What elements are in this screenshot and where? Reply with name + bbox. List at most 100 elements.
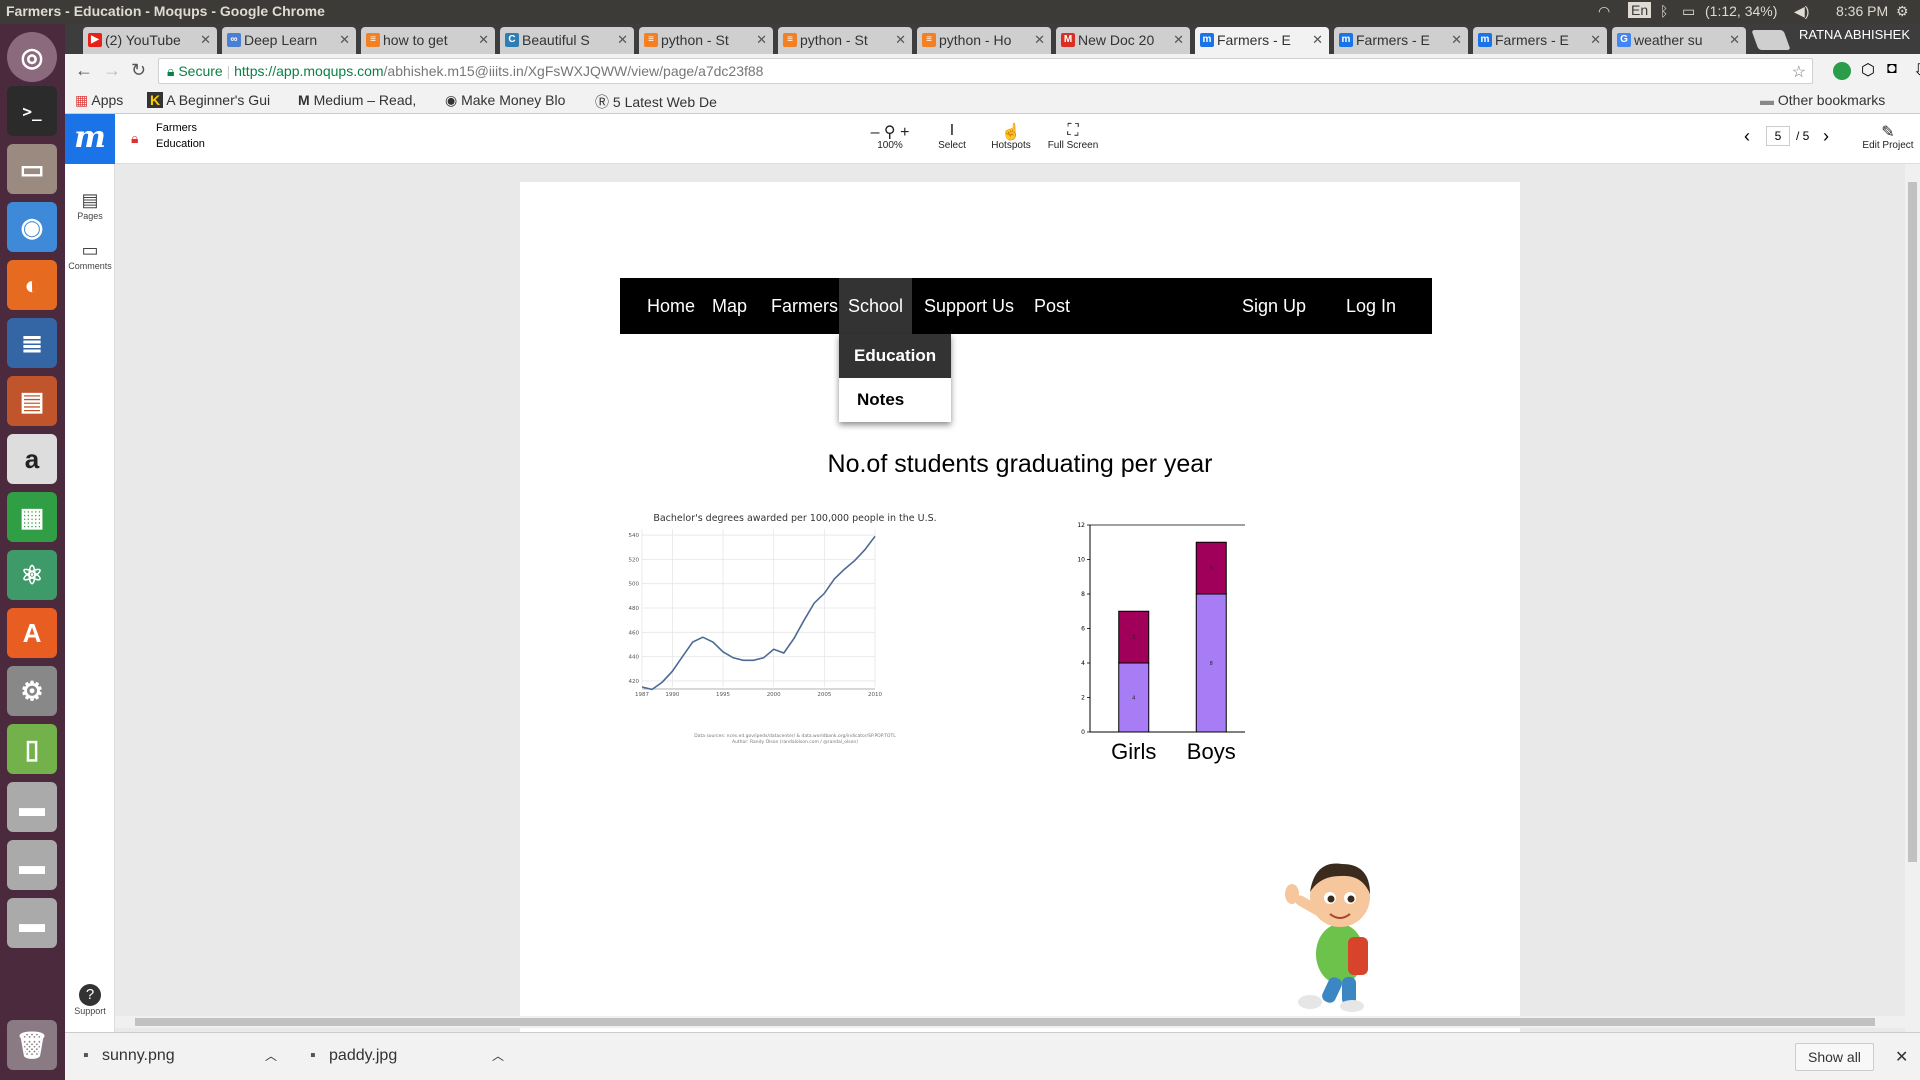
nav-support-us[interactable]: Support Us <box>924 278 1014 334</box>
nav-sign-up[interactable]: Sign Up <box>1242 278 1306 334</box>
bookmark-item[interactable]: M Medium – Read, <box>298 92 416 108</box>
close-icon[interactable]: ✕ <box>895 32 906 48</box>
trash-icon[interactable]: 🗑 <box>7 1020 57 1070</box>
atom-icon[interactable]: ⚛ <box>7 550 57 600</box>
previous-page-chevron-icon[interactable]: ‹ <box>1744 126 1750 147</box>
show-all-button[interactable]: Show all <box>1795 1043 1874 1071</box>
browser-tab[interactable]: C Beautiful S ✕ <box>500 27 634 54</box>
drive-icon[interactable]: ▬ <box>7 782 57 832</box>
back-arrow-icon[interactable]: ← <box>75 60 93 81</box>
browser-tab[interactable]: ▶ (2) YouTube ✕ <box>83 27 217 54</box>
browser-tab[interactable]: ≡ python - St ✕ <box>778 27 912 54</box>
zoom-control[interactable]: – ⚲ +100% <box>865 122 915 151</box>
download-options-chevron-icon[interactable]: ︿ <box>265 1047 277 1064</box>
reload-icon[interactable]: ↻ <box>131 60 146 81</box>
bookmark-item[interactable]: ◉ Make Money Blo <box>445 92 565 109</box>
calc-icon[interactable]: ▦ <box>7 492 57 542</box>
bluetooth-icon[interactable]: ᛒ <box>1660 3 1668 19</box>
clock[interactable]: 8:36 PM <box>1836 3 1888 19</box>
vertical-scrollbar-thumb[interactable] <box>1908 182 1917 862</box>
close-icon[interactable]: ✕ <box>756 32 767 48</box>
next-page-chevron-icon[interactable]: › <box>1823 126 1829 147</box>
bookmark-star-icon[interactable]: ☆ <box>1792 62 1806 82</box>
files-icon[interactable]: ▭ <box>7 144 57 194</box>
settings-gear-icon[interactable]: ⚙ <box>1896 3 1909 20</box>
writer-icon[interactable]: ≣ <box>7 318 57 368</box>
close-icon[interactable]: ✕ <box>200 32 211 48</box>
nav-post[interactable]: Post <box>1034 278 1070 334</box>
close-icon[interactable]: ✕ <box>1034 32 1045 48</box>
vertical-scrollbar[interactable] <box>1905 164 1920 1038</box>
fullscreen-tool[interactable]: ⛶ Full Screen <box>1041 122 1105 151</box>
url-input[interactable]: 🔒︎ Secure | https://app.moqups.com/abhis… <box>158 58 1813 84</box>
drive-icon[interactable]: ▬ <box>7 840 57 890</box>
firefox-icon[interactable]: ◐ <box>7 260 57 310</box>
terminal-icon[interactable]: >_ <box>7 86 57 136</box>
close-icon[interactable]: ✕ <box>1451 32 1462 48</box>
amazon-icon[interactable]: a <box>7 434 57 484</box>
browser-tab[interactable]: m Farmers - E ✕ <box>1334 27 1468 54</box>
apps-bookmark[interactable]: ▦ Apps <box>75 92 123 109</box>
horizontal-scrollbar-thumb[interactable] <box>135 1018 1875 1026</box>
page-number-input[interactable]: 5 <box>1766 126 1790 146</box>
close-icon[interactable]: ✕ <box>339 32 350 48</box>
drive-icon[interactable]: ▬ <box>7 898 57 948</box>
browser-tab[interactable]: ≡ python - St ✕ <box>639 27 773 54</box>
comments-panel-button[interactable]: ▭ Comments <box>65 240 115 271</box>
software-center-icon[interactable]: A <box>7 608 57 658</box>
keyboard-indicator[interactable]: En <box>1628 2 1652 18</box>
moqups-logo[interactable]: m <box>65 114 115 164</box>
dash-icon[interactable]: ◎ <box>7 32 57 82</box>
forward-arrow-icon[interactable]: → <box>103 60 121 81</box>
hotspots-tool[interactable]: ☝ Hotspots <box>986 122 1036 151</box>
system-settings-icon[interactable]: ⚙ <box>7 666 57 716</box>
extension-icon[interactable] <box>1833 62 1851 80</box>
download-item[interactable]: ▪ sunny.png <box>83 1047 175 1065</box>
extension-cube-icon[interactable]: ⬡ <box>1861 60 1875 80</box>
battery-icon[interactable]: ▭ <box>1682 3 1695 20</box>
impress-icon[interactable]: ▤ <box>7 376 57 426</box>
extension-download-icon[interactable]: ⇩ <box>1913 60 1920 80</box>
select-tool[interactable]: I Select <box>927 122 977 151</box>
nav-log-in[interactable]: Log In <box>1346 278 1396 334</box>
browser-tab[interactable]: ≡ python - Ho ✕ <box>917 27 1051 54</box>
tab-label: python - St <box>661 32 729 48</box>
browser-tab[interactable]: ≡ how to get ✕ <box>361 27 495 54</box>
close-icon[interactable]: ✕ <box>1173 32 1184 48</box>
support-button[interactable]: ? Support <box>65 984 115 1016</box>
nav-home[interactable]: Home <box>647 278 695 334</box>
new-tab-button[interactable] <box>1751 30 1791 50</box>
notes-app-icon[interactable]: ▯ <box>7 724 57 774</box>
profile-name[interactable]: RATNA ABHISHEK <box>1799 27 1910 42</box>
volume-icon[interactable]: ◀) <box>1794 3 1809 20</box>
close-icon[interactable]: ✕ <box>478 32 489 48</box>
close-icon[interactable]: ✕ <box>1895 1047 1908 1067</box>
edit-project-button[interactable]: ✎ Edit Project <box>1860 122 1916 151</box>
moqups-icon: m <box>1339 33 1353 47</box>
browser-tab[interactable]: M New Doc 20 ✕ <box>1056 27 1190 54</box>
browser-tab-active[interactable]: m Farmers - E ✕ <box>1195 27 1329 54</box>
close-icon[interactable]: ✕ <box>1312 32 1323 48</box>
other-bookmarks[interactable]: ▬ Other bookmarks <box>1760 92 1885 108</box>
horizontal-scrollbar[interactable] <box>115 1016 1905 1028</box>
pages-panel-button[interactable]: ▤ Pages <box>65 190 115 221</box>
close-icon[interactable]: ✕ <box>617 32 628 48</box>
download-options-chevron-icon[interactable]: ︿ <box>492 1047 504 1064</box>
browser-tab[interactable]: ∞ Deep Learn ✕ <box>222 27 356 54</box>
browser-tab[interactable]: m Farmers - E ✕ <box>1473 27 1607 54</box>
wifi-icon[interactable]: ◠ <box>1598 3 1610 20</box>
dropdown-item-notes[interactable]: Notes <box>839 378 951 422</box>
nav-map[interactable]: Map <box>712 278 747 334</box>
close-icon[interactable]: ✕ <box>1729 32 1740 48</box>
battery-status[interactable]: (1:12, 34%) <box>1705 3 1777 19</box>
bookmark-item[interactable]: Ⓡ 5 Latest Web De <box>595 92 717 112</box>
close-icon[interactable]: ✕ <box>1590 32 1601 48</box>
bookmark-item[interactable]: K A Beginner's Gui <box>147 92 270 108</box>
dropdown-item-education[interactable]: Education <box>839 334 951 378</box>
nav-school[interactable]: School <box>839 278 913 334</box>
extension-shield-icon[interactable]: ◘ <box>1887 60 1897 78</box>
download-item[interactable]: ▪ paddy.jpg <box>310 1047 397 1065</box>
browser-tab[interactable]: Gweather su ✕ <box>1612 27 1746 54</box>
chrome-icon[interactable]: ◉ <box>7 202 57 252</box>
nav-farmers[interactable]: Farmers <box>771 278 838 334</box>
